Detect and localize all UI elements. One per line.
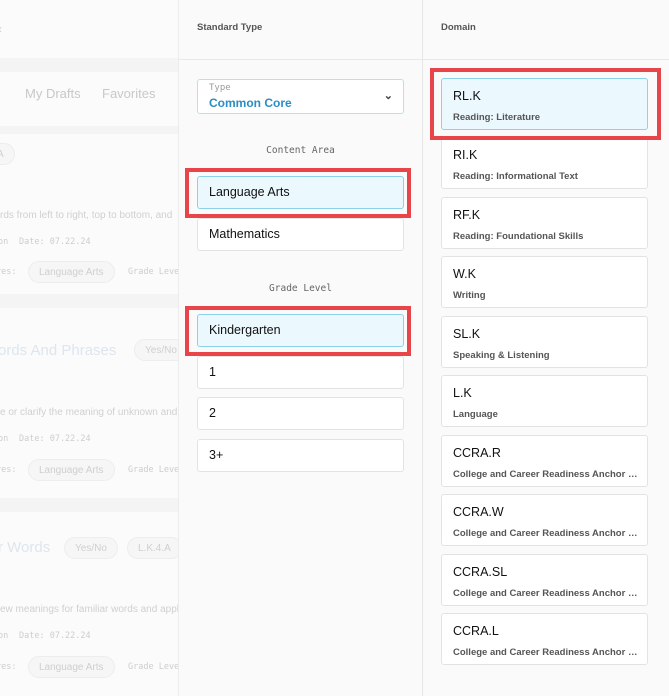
domain-name: Reading: Foundational Skills bbox=[453, 231, 584, 242]
card-description: ew meanings for familiar words and appl bbox=[0, 604, 178, 615]
card-date: Date: 07.22.24 bbox=[19, 237, 91, 247]
domain-item-w-k[interactable]: W.K Writing bbox=[441, 256, 648, 308]
card-meta-label: Grade Leve bbox=[128, 662, 178, 672]
domain-name: Speaking & Listening bbox=[453, 350, 550, 361]
content-area-option-mathematics[interactable]: Mathematics bbox=[197, 218, 404, 251]
content-area-title: Content Area bbox=[266, 145, 335, 156]
tab-favorites[interactable]: Favorites bbox=[102, 86, 155, 101]
card-meta-label: res: bbox=[0, 465, 17, 475]
domain-code: RF.K bbox=[453, 208, 481, 222]
response-type-chip: Yes/No bbox=[64, 537, 118, 559]
domain-item-ri-k[interactable]: RI.K Reading: Informational Text bbox=[441, 137, 648, 189]
domain-item-ccra-r[interactable]: CCRA.R College and Career Readiness Anch… bbox=[441, 435, 648, 487]
card-meta-label: on bbox=[0, 434, 9, 444]
content-area-chip: Language Arts bbox=[28, 459, 115, 481]
card-date: Date: 07.22.24 bbox=[19, 434, 91, 444]
card-title: r Words bbox=[0, 539, 51, 556]
background-topbar: ‹ bbox=[0, 0, 178, 58]
domain-code: W.K bbox=[453, 267, 476, 281]
domain-name: College and Career Readiness Anchor S... bbox=[453, 469, 641, 480]
content-area-option-language-arts[interactable]: Language Arts bbox=[197, 176, 404, 209]
content-area-chip: Language Arts bbox=[28, 656, 115, 678]
domain-code: RI.K bbox=[453, 148, 478, 162]
domain-code: RL.K bbox=[453, 89, 481, 103]
chevron-left-icon[interactable]: ‹ bbox=[0, 22, 2, 36]
domain-item-sl-k[interactable]: SL.K Speaking & Listening bbox=[441, 316, 648, 368]
card-meta-label: Grade Leve bbox=[128, 465, 178, 475]
chevron-down-icon[interactable]: ⌄ bbox=[384, 89, 393, 102]
domain-code: SL.K bbox=[453, 327, 481, 341]
grade-level-title: Grade Level bbox=[269, 283, 332, 294]
grade-level-option-1[interactable]: 1 bbox=[197, 356, 404, 389]
domain-code: L.K bbox=[453, 386, 472, 400]
grade-level-option-2[interactable]: 2 bbox=[197, 397, 404, 430]
content-area-chip: Language Arts bbox=[28, 261, 115, 283]
response-type-chip: Yes/No bbox=[134, 339, 178, 361]
card-title: ords And Phrases bbox=[0, 342, 117, 359]
domain-item-ccra-l[interactable]: CCRA.L College and Career Readiness Anch… bbox=[441, 613, 648, 665]
standard-chip: L.K.4.A bbox=[127, 537, 178, 559]
card-meta-label: res: bbox=[0, 662, 17, 672]
domain-name: Reading: Literature bbox=[453, 112, 541, 123]
background-page: ‹ My Drafts Favorites A rds from left to… bbox=[0, 0, 178, 696]
grade-level-option-kindergarten[interactable]: Kindergarten bbox=[197, 314, 404, 347]
domain-name: College and Career Readiness Anchor S... bbox=[453, 528, 641, 539]
domain-name: Writing bbox=[453, 290, 486, 301]
domain-code: CCRA.R bbox=[453, 446, 501, 460]
type-select-label: Type bbox=[209, 83, 231, 93]
tab-my-drafts[interactable]: My Drafts bbox=[25, 86, 81, 101]
card-description: e or clarify the meaning of unknown and bbox=[0, 407, 178, 418]
card-meta-label: Grade Leve bbox=[128, 267, 178, 277]
domain-item-rf-k[interactable]: RF.K Reading: Foundational Skills bbox=[441, 197, 648, 249]
card-description: rds from left to right, top to bottom, a… bbox=[0, 210, 173, 221]
domain-item-ccra-sl[interactable]: CCRA.SL College and Career Readiness Anc… bbox=[441, 554, 648, 606]
domain-name: Language bbox=[453, 409, 498, 420]
standard-type-header: Standard Type bbox=[179, 0, 422, 60]
domain-name: College and Career Readiness Anchor S... bbox=[453, 647, 641, 658]
domain-header: Domain bbox=[423, 0, 669, 60]
domain-code: CCRA.W bbox=[453, 505, 504, 519]
type-select[interactable]: Type Common Core ⌄ bbox=[197, 79, 404, 114]
domain-name: College and Career Readiness Anchor S... bbox=[453, 588, 641, 599]
domain-item-rl-k[interactable]: RL.K Reading: Literature bbox=[441, 78, 648, 130]
domain-code: CCRA.L bbox=[453, 624, 499, 638]
card-meta-label: on bbox=[0, 237, 9, 247]
domain-code: CCRA.SL bbox=[453, 565, 508, 579]
card-date: Date: 07.22.24 bbox=[19, 631, 91, 641]
domain-name: Reading: Informational Text bbox=[453, 171, 578, 182]
type-select-value: Common Core bbox=[209, 96, 292, 110]
domain-item-ccra-w[interactable]: CCRA.W College and Career Readiness Anch… bbox=[441, 494, 648, 546]
grade-level-option-3-plus[interactable]: 3+ bbox=[197, 439, 404, 472]
domain-panel: Domain RL.K Reading: Literature RI.K Rea… bbox=[423, 0, 669, 696]
domain-item-l-k[interactable]: L.K Language bbox=[441, 375, 648, 427]
standard-type-panel: Standard Type Type Common Core ⌄ Content… bbox=[178, 0, 423, 696]
card-meta-label: res: bbox=[0, 267, 17, 277]
card-meta-label: on bbox=[0, 631, 9, 641]
